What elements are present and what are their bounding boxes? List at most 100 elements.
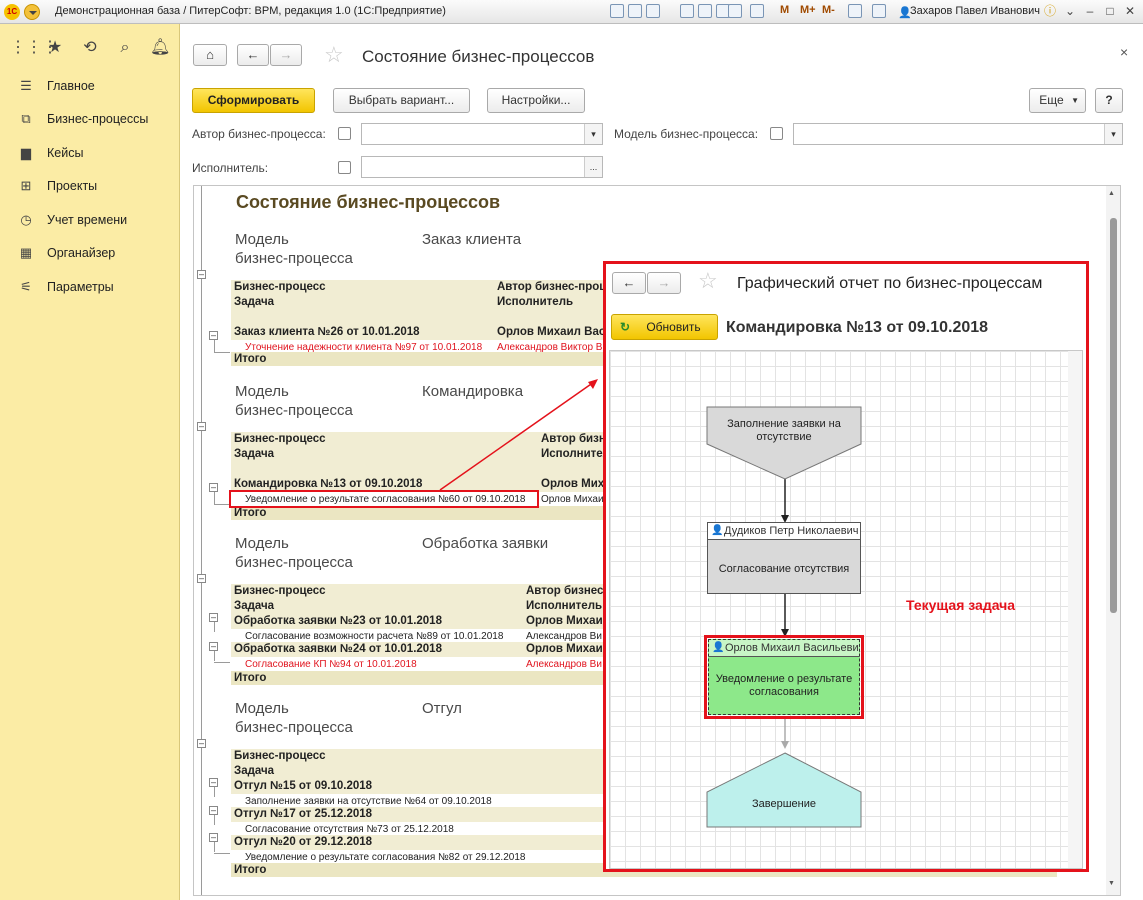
- info-icon[interactable]: ⓘ: [1042, 3, 1058, 19]
- settings-icon: ⚟: [20, 279, 32, 294]
- sidebar-item-time-tracking[interactable]: ◷ Учет времени: [0, 205, 180, 235]
- sidebar-item-organizer[interactable]: ▦ Органайзер: [0, 238, 180, 268]
- calculator-icon[interactable]: [728, 4, 742, 18]
- model-filter-checkbox[interactable]: [770, 127, 783, 140]
- collapse-group-toggle[interactable]: –: [209, 778, 218, 787]
- favorites-star-icon[interactable]: ★: [45, 38, 65, 58]
- back-button[interactable]: ←: [237, 44, 269, 66]
- vertical-scrollbar[interactable]: ▲ ▼: [1106, 186, 1120, 895]
- total-row: Итого: [231, 506, 604, 520]
- select-dots-button[interactable]: ...: [584, 157, 602, 177]
- sidebar-item-projects[interactable]: ⊞ Проекты: [0, 171, 180, 201]
- mail-icon[interactable]: [698, 4, 712, 18]
- sidebar-item-business-processes[interactable]: ⧉ Бизнес-процессы: [0, 104, 180, 134]
- print-icon[interactable]: [628, 4, 642, 18]
- collapse-group-toggle[interactable]: –: [209, 483, 218, 492]
- preview-icon[interactable]: [646, 4, 660, 18]
- start-node-label: Заполнение заявки на отсутствие: [727, 418, 841, 443]
- collapse-group-toggle[interactable]: –: [209, 806, 218, 815]
- save-icon[interactable]: [610, 4, 624, 18]
- collapse-group-toggle[interactable]: –: [209, 331, 218, 340]
- panel-icon[interactable]: [872, 4, 886, 18]
- tree-line: [214, 842, 215, 852]
- diagram-scrollbar[interactable]: [1068, 351, 1082, 868]
- sidebar-item-cases[interactable]: ▆ Кейсы: [0, 138, 180, 168]
- model-label: Модель бизнес-процесса: [235, 535, 353, 571]
- collapse-group-toggle[interactable]: –: [197, 270, 206, 279]
- table-row[interactable]: Отгул №15 от 09.10.2018: [231, 779, 604, 794]
- table-row[interactable]: Обработка заявки №24 от 10.01.2018: [231, 642, 523, 657]
- main-menu-button[interactable]: [24, 4, 40, 20]
- favorite-star-icon[interactable]: ☆: [324, 42, 344, 68]
- sidebar-item-main[interactable]: ☰ Главное: [0, 71, 180, 101]
- close-icon[interactable]: ×: [1120, 44, 1128, 60]
- scrollbar-thumb[interactable]: [1110, 218, 1117, 613]
- column-header: Бизнес-процесс: [231, 749, 604, 764]
- settings-button[interactable]: Настройки...: [487, 88, 585, 113]
- scroll-up-icon[interactable]: ▲: [1108, 190, 1115, 197]
- sidebar-item-settings[interactable]: ⚟ Параметры: [0, 272, 180, 302]
- connector-arrow: [781, 741, 789, 749]
- home-button[interactable]: ⌂: [193, 44, 227, 66]
- search-icon[interactable]: ⌕: [115, 38, 135, 58]
- user-name[interactable]: Захаров Павел Иванович: [910, 5, 1040, 17]
- tree-line: [214, 787, 215, 797]
- author-filter-input[interactable]: ▾: [361, 123, 603, 145]
- collapse-group-toggle[interactable]: –: [197, 422, 206, 431]
- author-filter-checkbox[interactable]: [338, 127, 351, 140]
- memory-m-button[interactable]: M: [780, 4, 789, 16]
- performer-filter-checkbox[interactable]: [338, 161, 351, 174]
- generate-button[interactable]: Сформировать: [192, 88, 315, 113]
- forward-button[interactable]: →: [647, 272, 681, 294]
- collapse-group-toggle[interactable]: –: [197, 739, 206, 748]
- performer-filter-input[interactable]: ...: [361, 156, 603, 178]
- chevron-down-icon[interactable]: ⌄: [1062, 3, 1078, 19]
- collapse-group-toggle[interactable]: –: [209, 642, 218, 651]
- sidebar-item-label: Кейсы: [47, 146, 84, 160]
- table-row[interactable]: Заказ клиента №26 от 10.01.2018: [231, 325, 494, 340]
- calendar-icon[interactable]: [750, 4, 764, 18]
- scroll-down-icon[interactable]: ▼: [1108, 880, 1115, 887]
- table-row[interactable]: Согласование КП №94 от 10.01.2018: [231, 657, 523, 672]
- zoom-icon[interactable]: [848, 4, 862, 18]
- memory-mplus-button[interactable]: M+: [800, 4, 816, 16]
- column-header: Задача: [231, 447, 538, 477]
- close-window-icon[interactable]: ✕: [1122, 3, 1138, 19]
- column-header: Задача: [231, 295, 494, 325]
- collapse-group-toggle[interactable]: –: [209, 833, 218, 842]
- table-row[interactable]: Отгул №20 от 29.12.2018: [231, 835, 604, 850]
- column-header: Автор бизнес-проце: [494, 280, 604, 295]
- refresh-button[interactable]: ↻ Обновить: [611, 314, 718, 340]
- forward-button[interactable]: →: [270, 44, 302, 66]
- table-row[interactable]: Отгул №17 от 25.12.2018: [231, 807, 604, 822]
- more-button[interactable]: Еще ▼: [1029, 88, 1086, 113]
- task-node-approval[interactable]: 👤 Дудиков Петр Николаевич Согласование о…: [707, 522, 861, 594]
- overlay-title: Графический отчет по бизнес-процессам: [737, 275, 1043, 292]
- end-node-shape[interactable]: [706, 752, 862, 828]
- favorite-star-icon[interactable]: ☆: [698, 268, 718, 294]
- model-value: Командировка: [422, 383, 524, 400]
- upload-icon[interactable]: [680, 4, 694, 18]
- apps-grid-icon[interactable]: ⋮⋮⋮: [10, 38, 58, 58]
- collapse-group-toggle[interactable]: –: [197, 574, 206, 583]
- task-node-label: Согласование отсутствия: [718, 563, 850, 575]
- task-node-header: 👤 Орлов Михаил Васильевич: [709, 640, 859, 657]
- back-button[interactable]: ←: [612, 272, 646, 294]
- bell-icon[interactable]: 🔔︎: [150, 38, 170, 58]
- maximize-icon[interactable]: □: [1102, 3, 1118, 19]
- memory-mminus-button[interactable]: M-: [822, 4, 835, 16]
- minimize-icon[interactable]: –: [1082, 3, 1098, 19]
- task-node-current[interactable]: 👤 Орлов Михаил Васильевич Уведомление о …: [708, 639, 860, 715]
- history-icon[interactable]: ⟲: [80, 38, 100, 58]
- tree-line: [214, 651, 215, 661]
- dropdown-arrow-icon[interactable]: ▾: [584, 124, 602, 144]
- tree-line: [201, 431, 202, 532]
- collapse-group-toggle[interactable]: –: [209, 613, 218, 622]
- project-icon: ⊞: [20, 178, 32, 193]
- table-row[interactable]: Обработка заявки №23 от 10.01.2018: [231, 614, 523, 629]
- model-filter-input[interactable]: ▾: [793, 123, 1123, 145]
- select-variant-button[interactable]: Выбрать вариант...: [333, 88, 470, 113]
- tree-line: [214, 340, 215, 352]
- dropdown-arrow-icon[interactable]: ▾: [1104, 124, 1122, 144]
- help-button[interactable]: ?: [1095, 88, 1123, 113]
